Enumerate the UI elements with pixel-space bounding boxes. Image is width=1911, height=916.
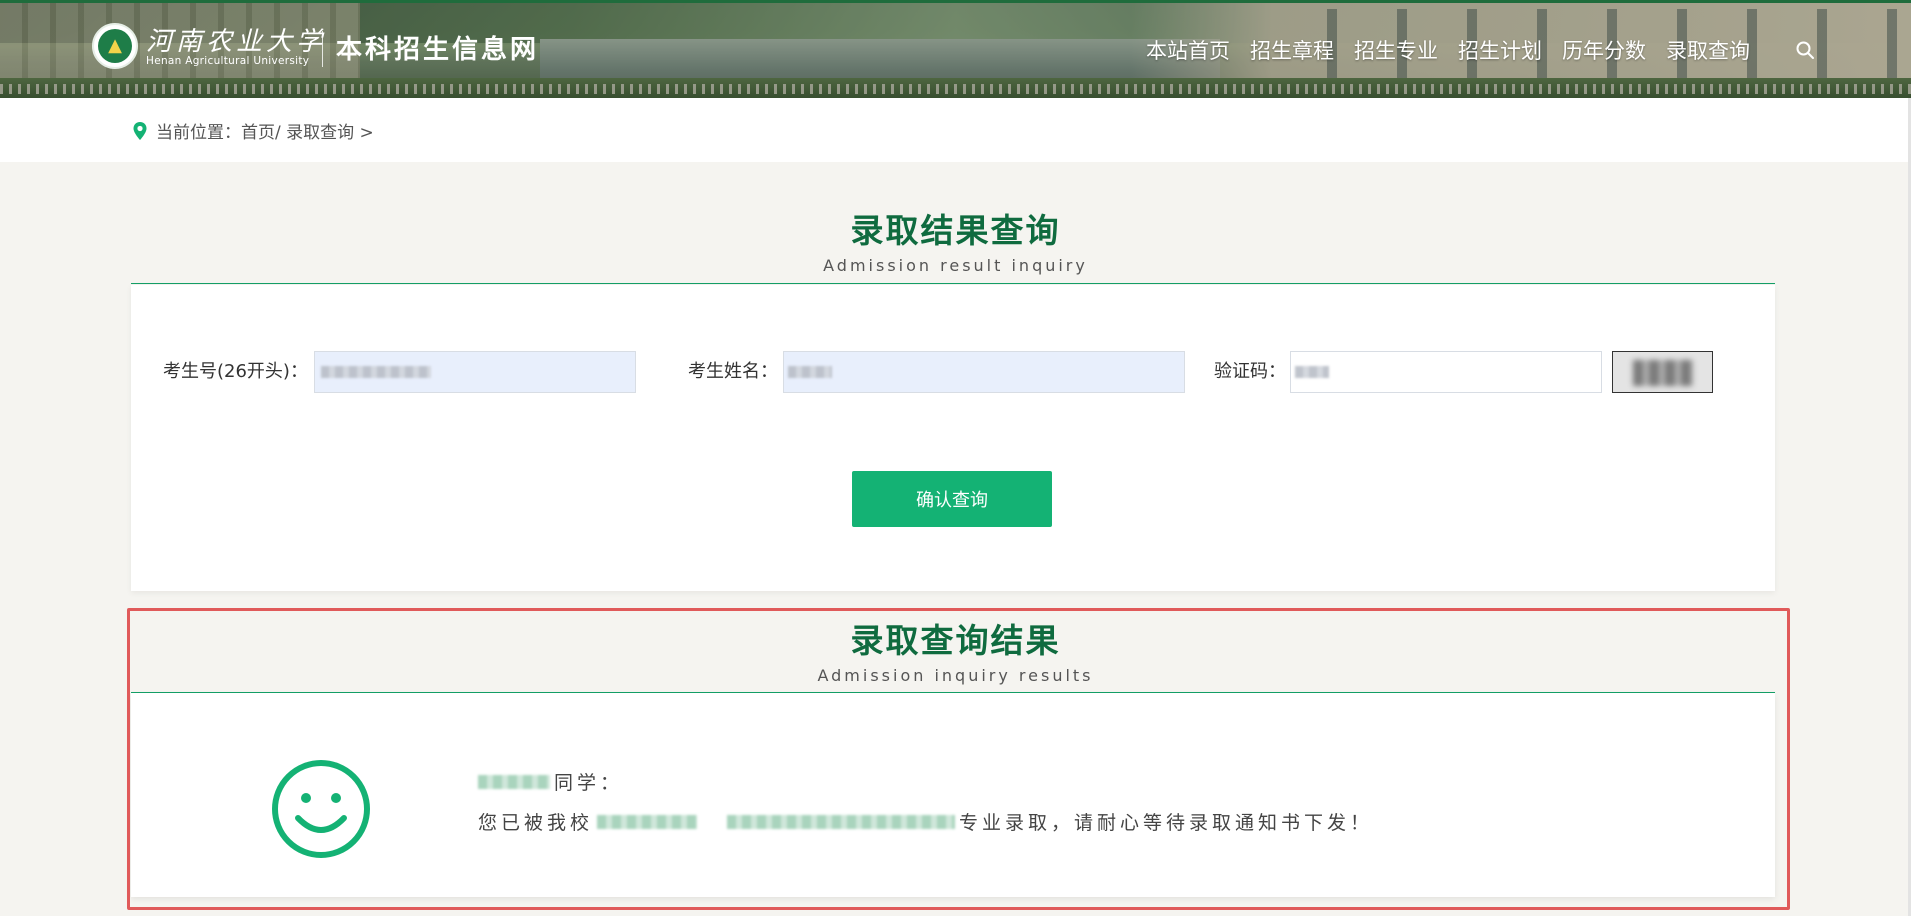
query-section-divider [131,283,1775,284]
nav-item-scores[interactable]: 历年分数 [1562,35,1646,65]
search-icon[interactable] [1794,39,1816,61]
location-pin-icon [133,121,147,140]
candidate-name-input[interactable] [783,351,1185,393]
nav-item-plan[interactable]: 招生计划 [1458,35,1542,65]
captcha-image[interactable] [1612,351,1713,393]
nav-item-admission-query[interactable]: 录取查询 [1666,35,1750,65]
result-highlight-frame [127,608,1790,910]
university-name-en: Henan Agricultural University [146,55,310,67]
nav-item-home[interactable]: 本站首页 [1146,35,1230,65]
site-title[interactable]: 本科招生信息网 [336,29,539,66]
site-header: ▲ 河南农业大学 Henan Agricultural University 本… [0,0,1911,98]
university-emblem-icon[interactable]: ▲ [92,23,138,69]
breadcrumb-bar: 当前位置：首页/ 录取查询 > [0,98,1911,162]
breadcrumb: 当前位置：首页/ 录取查询 > [132,118,374,143]
university-name-cn[interactable]: 河南农业大学 [146,21,326,58]
query-section-header: 录取结果查询 Admission result inquiry [0,204,1911,275]
nav-item-charter[interactable]: 招生章程 [1250,35,1334,65]
query-form-panel: 考生号(26开头)： 考生姓名： 验证码： 确认查询 [131,285,1775,591]
captcha-label: 验证码： [1214,361,1286,382]
captcha-input[interactable] [1290,351,1602,393]
query-section-subtitle: Admission result inquiry [823,256,1088,275]
query-section-title: 录取结果查询 [850,211,1061,250]
exam-number-input[interactable] [314,351,636,393]
breadcrumb-text[interactable]: 当前位置：首页/ 录取查询 > [156,118,374,143]
nav-item-majors[interactable]: 招生专业 [1354,35,1438,65]
main-nav: 本站首页 招生章程 招生专业 招生计划 历年分数 录取查询 [1146,35,1770,65]
candidate-name-label: 考生姓名： [688,361,778,382]
confirm-query-button[interactable]: 确认查询 [852,471,1052,527]
exam-number-label: 考生号(26开头)： [163,361,308,382]
logo-divider [322,31,323,67]
